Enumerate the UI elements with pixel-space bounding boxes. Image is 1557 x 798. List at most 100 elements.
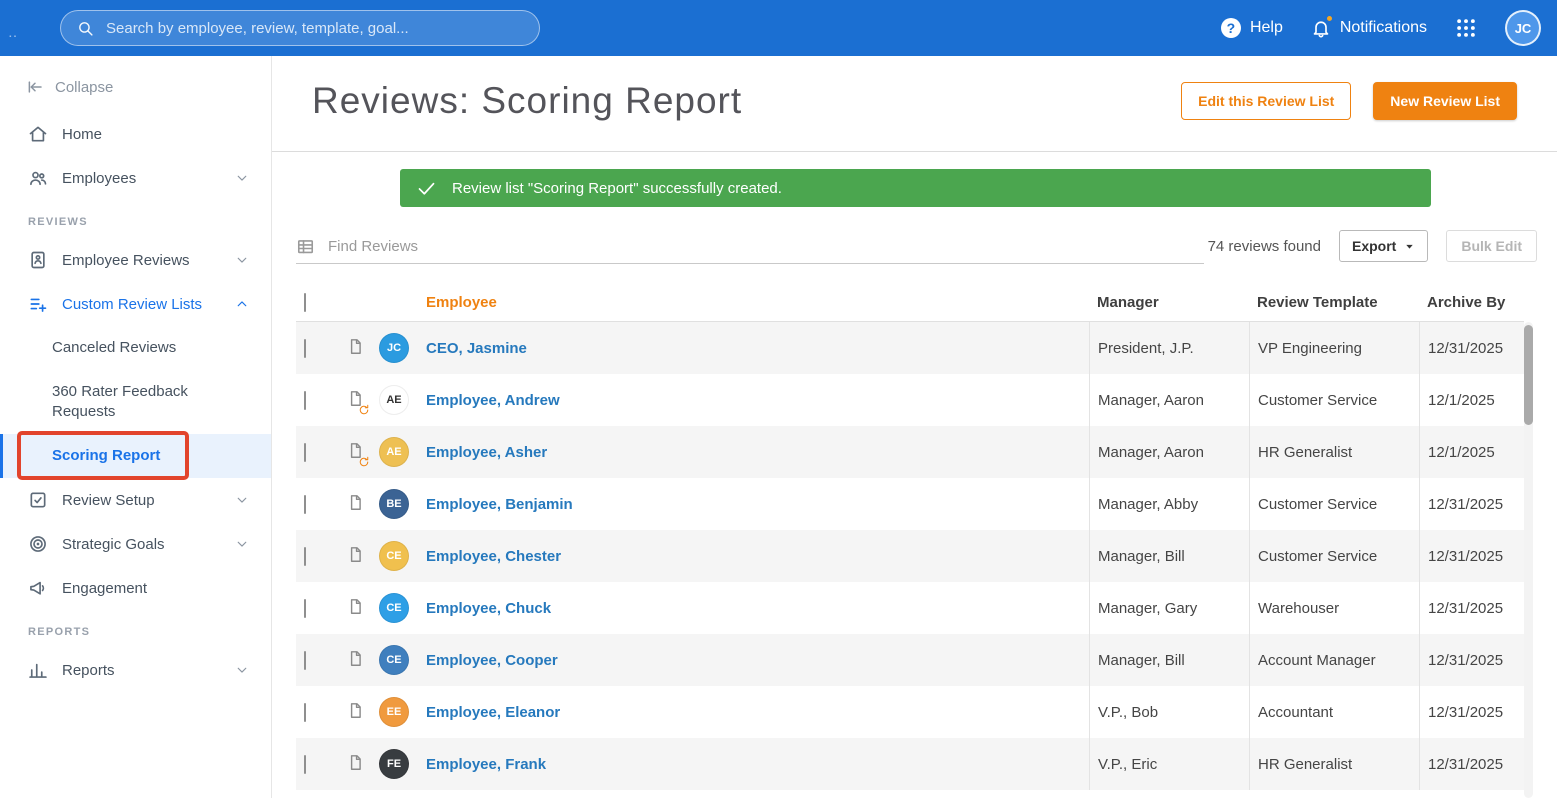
topbar: ‥ ? Help Notifications JC [0, 0, 1557, 56]
column-header-archive-by[interactable]: Archive By [1419, 294, 1524, 311]
employee-link[interactable]: Employee, Frank [426, 756, 546, 773]
new-review-list-button[interactable]: New Review List [1373, 82, 1517, 120]
chevron-down-icon [235, 663, 249, 677]
chevron-down-icon [235, 253, 249, 267]
sidebar-nav: Home Employees REVIEWS Employee Reviews C… [0, 112, 271, 692]
scrollbar-thumb[interactable] [1524, 325, 1533, 425]
row-checkbox[interactable] [304, 754, 306, 774]
column-header-employee[interactable]: Employee [416, 294, 1089, 311]
export-button[interactable]: Export [1338, 230, 1429, 262]
manager-cell: Manager, Bill [1089, 530, 1249, 582]
global-search[interactable] [60, 10, 540, 46]
chevron-down-icon [235, 493, 249, 507]
employees-icon [28, 168, 48, 188]
vertical-scrollbar[interactable] [1524, 322, 1533, 798]
caret-down-icon [1404, 241, 1415, 252]
user-avatar[interactable]: JC [1505, 10, 1541, 46]
sidebar-subitem-scoring-report[interactable]: Scoring Report [0, 431, 271, 480]
table-header-row: Employee Manager Review Template Archive… [296, 284, 1524, 322]
export-label: Export [1351, 238, 1397, 254]
sidebar-item-engagement[interactable]: Engagement [0, 566, 271, 610]
review-doc-icon[interactable] [347, 338, 364, 361]
archive-by-cell: 12/31/2025 [1419, 686, 1524, 738]
table-row: CE Employee, Cooper Manager, Bill Accoun… [296, 634, 1524, 686]
row-checkbox[interactable] [304, 390, 306, 410]
archive-by-cell: 12/31/2025 [1419, 738, 1524, 790]
chevron-down-icon [235, 171, 249, 185]
review-doc-icon[interactable] [347, 598, 364, 621]
success-message: Review list "Scoring Report" successfull… [452, 179, 782, 197]
review-doc-icon[interactable] [347, 442, 369, 466]
review-setup-icon [28, 490, 48, 510]
row-checkbox[interactable] [304, 650, 306, 670]
table-row: AE Employee, Andrew Manager, Aaron Custo… [296, 374, 1524, 426]
review-template-cell: Warehouser [1249, 582, 1419, 634]
sidebar-subitem-360-rater-feedback-requests[interactable]: 360 Rater Feedback Requests [0, 370, 271, 434]
app-logo: ‥ [8, 24, 20, 40]
sidebar-item-label: Review Setup [62, 491, 155, 509]
manager-cell: Manager, Gary [1089, 582, 1249, 634]
sidebar-item-custom-review-lists[interactable]: Custom Review Lists [0, 282, 271, 326]
sidebar-item-label: Custom Review Lists [62, 295, 203, 313]
employee-link[interactable]: Employee, Cooper [426, 652, 558, 669]
employee-link[interactable]: Employee, Chuck [426, 600, 551, 617]
sidebar-item-employee-reviews[interactable]: Employee Reviews [0, 238, 271, 282]
find-reviews-field[interactable] [296, 237, 1204, 264]
reviews-table: Employee Manager Review Template Archive… [296, 284, 1524, 798]
sidebar-subitem-canceled-reviews[interactable]: Canceled Reviews [0, 326, 271, 370]
sidebar-item-home[interactable]: Home [0, 112, 271, 156]
find-reviews-input[interactable] [328, 238, 1204, 255]
review-template-cell: Customer Service [1249, 530, 1419, 582]
table-row: CE Employee, Chuck Manager, Gary Warehou… [296, 582, 1524, 634]
bulk-edit-button[interactable]: Bulk Edit [1446, 230, 1537, 262]
edit-review-list-button[interactable]: Edit this Review List [1181, 82, 1352, 120]
notifications-label: Notifications [1339, 19, 1427, 36]
doc-icon [347, 492, 364, 513]
row-checkbox[interactable] [304, 494, 306, 514]
collapse-button[interactable]: Collapse [0, 56, 271, 112]
apps-grid-icon[interactable] [1455, 17, 1477, 39]
chevron-down-icon [235, 537, 249, 551]
review-template-cell: Accountant [1249, 686, 1419, 738]
archive-by-cell: 12/1/2025 [1419, 374, 1524, 426]
row-checkbox[interactable] [304, 442, 306, 462]
row-checkbox[interactable] [304, 546, 306, 566]
chevron-up-icon [235, 297, 249, 311]
review-doc-icon[interactable] [347, 546, 364, 569]
employee-avatar: FE [379, 749, 409, 779]
sidebar-item-employees[interactable]: Employees [0, 156, 271, 200]
row-checkbox[interactable] [304, 702, 306, 722]
review-doc-icon[interactable] [347, 702, 364, 725]
review-doc-icon[interactable] [347, 650, 364, 673]
row-checkbox[interactable] [304, 338, 306, 358]
sidebar-item-strategic-goals[interactable]: Strategic Goals [0, 522, 271, 566]
archive-by-cell: 12/31/2025 [1419, 582, 1524, 634]
review-doc-icon[interactable] [347, 494, 364, 517]
sidebar-item-reports[interactable]: Reports [0, 648, 271, 692]
review-template-cell: HR Generalist [1249, 426, 1419, 478]
employee-link[interactable]: Employee, Asher [426, 444, 547, 461]
sidebar-section-reviews: REVIEWS [28, 216, 88, 228]
column-header-review-template[interactable]: Review Template [1249, 294, 1419, 311]
review-doc-icon[interactable] [347, 754, 364, 777]
row-checkbox[interactable] [304, 598, 306, 618]
help-button[interactable]: ? Help [1220, 18, 1283, 38]
employee-link[interactable]: Employee, Andrew [426, 392, 560, 409]
review-doc-icon[interactable] [347, 390, 369, 414]
doc-icon [347, 752, 364, 773]
column-header-manager[interactable]: Manager [1089, 294, 1249, 311]
employee-link[interactable]: Employee, Benjamin [426, 496, 573, 513]
search-icon [77, 20, 94, 37]
select-all-checkbox[interactable] [304, 293, 306, 312]
archive-by-cell: 12/31/2025 [1419, 322, 1524, 374]
doc-icon [347, 700, 364, 721]
employee-link[interactable]: Employee, Eleanor [426, 704, 560, 721]
sidebar-item-review-setup[interactable]: Review Setup [0, 478, 271, 522]
sidebar-subitem-label: Canceled Reviews [52, 339, 177, 356]
employee-link[interactable]: CEO, Jasmine [426, 340, 527, 357]
global-search-input[interactable] [106, 19, 523, 37]
bell-icon [1311, 13, 1334, 39]
employee-link[interactable]: Employee, Chester [426, 548, 561, 565]
notifications-button[interactable]: Notifications [1311, 13, 1427, 39]
employee-avatar: CE [379, 645, 409, 675]
